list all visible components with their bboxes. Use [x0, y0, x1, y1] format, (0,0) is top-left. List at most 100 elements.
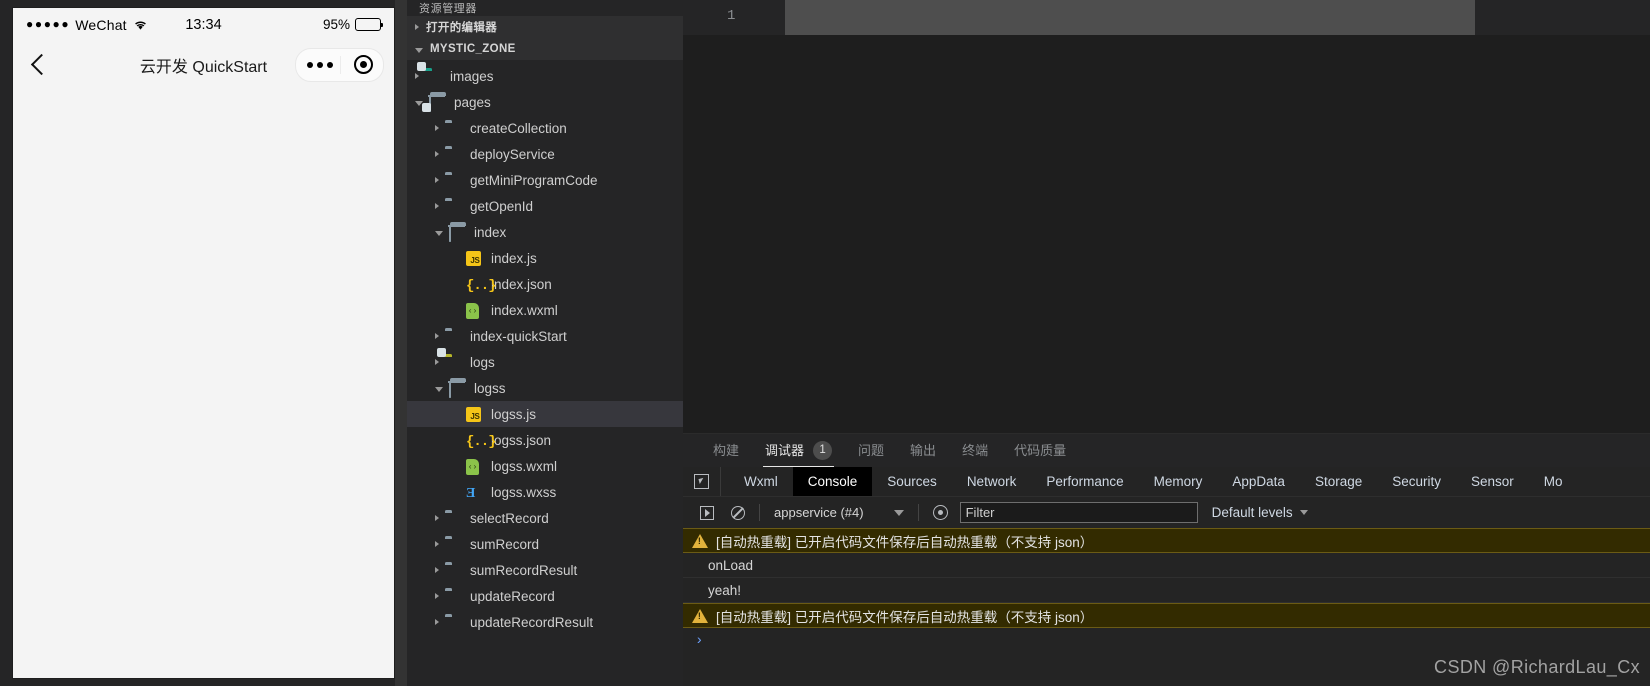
panel-tab[interactable]: 构建 — [700, 434, 752, 467]
devtools-tab[interactable]: Wxml — [729, 467, 793, 496]
tree-item[interactable]: Ǝlogss.wxss — [407, 479, 683, 505]
context-dropdown[interactable]: appservice (#4) — [766, 505, 912, 520]
devtools-tab[interactable]: Security — [1377, 467, 1456, 496]
chevron-right-icon — [415, 24, 419, 30]
back-icon[interactable] — [30, 53, 53, 76]
tree-item[interactable]: logs — [407, 348, 683, 375]
clear-console-button[interactable] — [722, 497, 753, 528]
chevron-down-icon — [1299, 510, 1308, 516]
folder-icon — [445, 614, 462, 630]
devtools-tab[interactable]: Sources — [872, 467, 952, 496]
devtools-tab[interactable]: Network — [952, 467, 1032, 496]
more-menu-icon[interactable] — [306, 61, 333, 68]
tree-item[interactable]: getOpenId — [407, 193, 683, 219]
tree-item[interactable]: updateRecord — [407, 583, 683, 609]
chevron-right-icon[interactable] — [435, 125, 439, 131]
json-file-icon: {..} — [466, 434, 497, 450]
chevron-right-icon[interactable] — [435, 619, 439, 625]
chevron-right-icon[interactable] — [435, 541, 439, 547]
devtools-tab[interactable]: Console — [792, 467, 873, 497]
editor-tab-active[interactable] — [785, 0, 1475, 35]
folder-icon — [445, 510, 462, 526]
tree-item[interactable]: updateRecordResult — [407, 609, 683, 635]
context-dropdown-value: appservice (#4) — [774, 505, 864, 521]
devtools-tab[interactable]: Performance — [1031, 467, 1138, 496]
eye-icon — [932, 505, 948, 521]
js-file-icon: JS — [466, 250, 483, 266]
chevron-right-icon[interactable] — [435, 515, 439, 521]
folder-icon — [445, 198, 462, 214]
tree-item[interactable]: ‹› logss.wxml — [407, 453, 683, 479]
chevron-right-icon[interactable] — [435, 203, 439, 209]
chevron-right-icon[interactable] — [435, 359, 439, 365]
tree-item[interactable]: JS logss.js — [407, 401, 683, 427]
tree-item[interactable]: index-quickStart — [407, 323, 683, 349]
panel-tab-label: 输出 — [910, 443, 937, 459]
chevron-down-icon[interactable] — [435, 230, 443, 236]
log-levels-dropdown[interactable]: Default levels — [1212, 505, 1308, 520]
panel-tab[interactable]: 终端 — [949, 434, 1001, 467]
section-open-editors[interactable]: 打开的编辑器 — [407, 16, 683, 38]
tree-item[interactable]: deployService — [407, 141, 683, 167]
devtools-tab[interactable]: Storage — [1300, 467, 1377, 496]
tree-item-label: logss.js — [491, 406, 537, 422]
editor-area: 1 — [683, 0, 1650, 434]
tree-item[interactable]: sumRecordResult — [407, 557, 683, 583]
devtools-tab[interactable]: Memory — [1139, 467, 1218, 496]
panel-tab[interactable]: 代码质量 — [1001, 434, 1079, 467]
clear-icon — [730, 505, 745, 520]
wxss-file-icon: Ǝ — [466, 486, 476, 501]
chevron-right-icon[interactable] — [435, 177, 439, 183]
close-target-icon[interactable] — [353, 55, 373, 74]
wxml-file-icon: ‹› — [466, 458, 483, 475]
chevron-right-icon[interactable] — [435, 333, 439, 339]
devtools-tab[interactable]: Sensor — [1456, 467, 1529, 496]
tree-item-label: index.json — [491, 276, 552, 292]
chevron-right-icon[interactable] — [435, 567, 439, 573]
live-expression-button[interactable] — [925, 497, 956, 528]
folder-pages-icon — [422, 94, 446, 112]
tree-item-label: logss.wxml — [491, 458, 558, 474]
tree-item[interactable]: {..} index.json — [407, 271, 683, 297]
chevron-down-icon[interactable] — [435, 386, 443, 392]
folder-open-icon — [449, 380, 466, 398]
panel-tab-label: 构建 — [713, 443, 740, 459]
tree-item[interactable]: sumRecord — [407, 531, 683, 557]
chevron-right-icon[interactable] — [435, 593, 439, 599]
console-filter-input[interactable] — [959, 502, 1198, 524]
panel-tab[interactable]: 调试器 1 — [752, 434, 845, 468]
tree-item[interactable]: {..} logss.json — [407, 427, 683, 453]
devtools-tab[interactable]: Mo — [1529, 467, 1578, 496]
tree-item[interactable]: getMiniProgramCode — [407, 167, 683, 193]
phone-frame: ●●●●● WeChat 13:34 95% 云开发 QuickStart — [13, 8, 394, 678]
chevron-right-icon[interactable] — [435, 151, 439, 157]
console-toolbar: appservice (#4) Default levels — [683, 496, 1650, 529]
section-project-root[interactable]: MYSTIC_ZONE — [407, 38, 683, 60]
folder-icon — [445, 328, 462, 344]
folder-icon — [445, 536, 462, 552]
devtools-tab[interactable]: AppData — [1217, 467, 1300, 496]
console-log-row: yeah! — [683, 578, 1650, 604]
toolbar-divider-2 — [917, 504, 919, 522]
tree-item[interactable]: images — [407, 62, 683, 89]
tree-item[interactable]: selectRecord — [407, 505, 683, 531]
tree-item[interactable]: index — [407, 219, 683, 245]
tree-item[interactable]: createCollection — [407, 115, 683, 141]
bottom-panel: 构建 调试器 1 问题 输出 终端 代码质量 Wxml Console Sources Netwo… — [683, 433, 1650, 686]
tree-item[interactable]: pages — [407, 89, 683, 115]
tree-item-label: index — [474, 224, 507, 240]
mini-program-capsule[interactable] — [295, 47, 384, 82]
chevron-right-icon[interactable] — [415, 73, 419, 79]
execution-context-button[interactable] — [691, 497, 722, 528]
console-warning-row: [自动热重载] 已开启代码文件保存后自动热重载（不支持 json） — [683, 528, 1650, 554]
panel-tab[interactable]: 问题 — [845, 434, 897, 467]
inspect-element-button[interactable] — [683, 467, 721, 497]
console-input-prompt[interactable]: › — [683, 628, 1650, 654]
console-output[interactable]: [自动热重载] 已开启代码文件保存后自动热重载（不支持 json） onLoad y… — [683, 528, 1650, 686]
tree-item[interactable]: logss — [407, 375, 683, 401]
panel-tab[interactable]: 输出 — [897, 434, 949, 467]
tree-item[interactable]: ‹› index.wxml — [407, 297, 683, 323]
tree-item-label: index-quickStart — [470, 328, 567, 344]
tree-item[interactable]: JS index.js — [407, 245, 683, 271]
console-message-text: [自动热重载] 已开启代码文件保存后自动热重载（不支持 json） — [716, 609, 1094, 625]
